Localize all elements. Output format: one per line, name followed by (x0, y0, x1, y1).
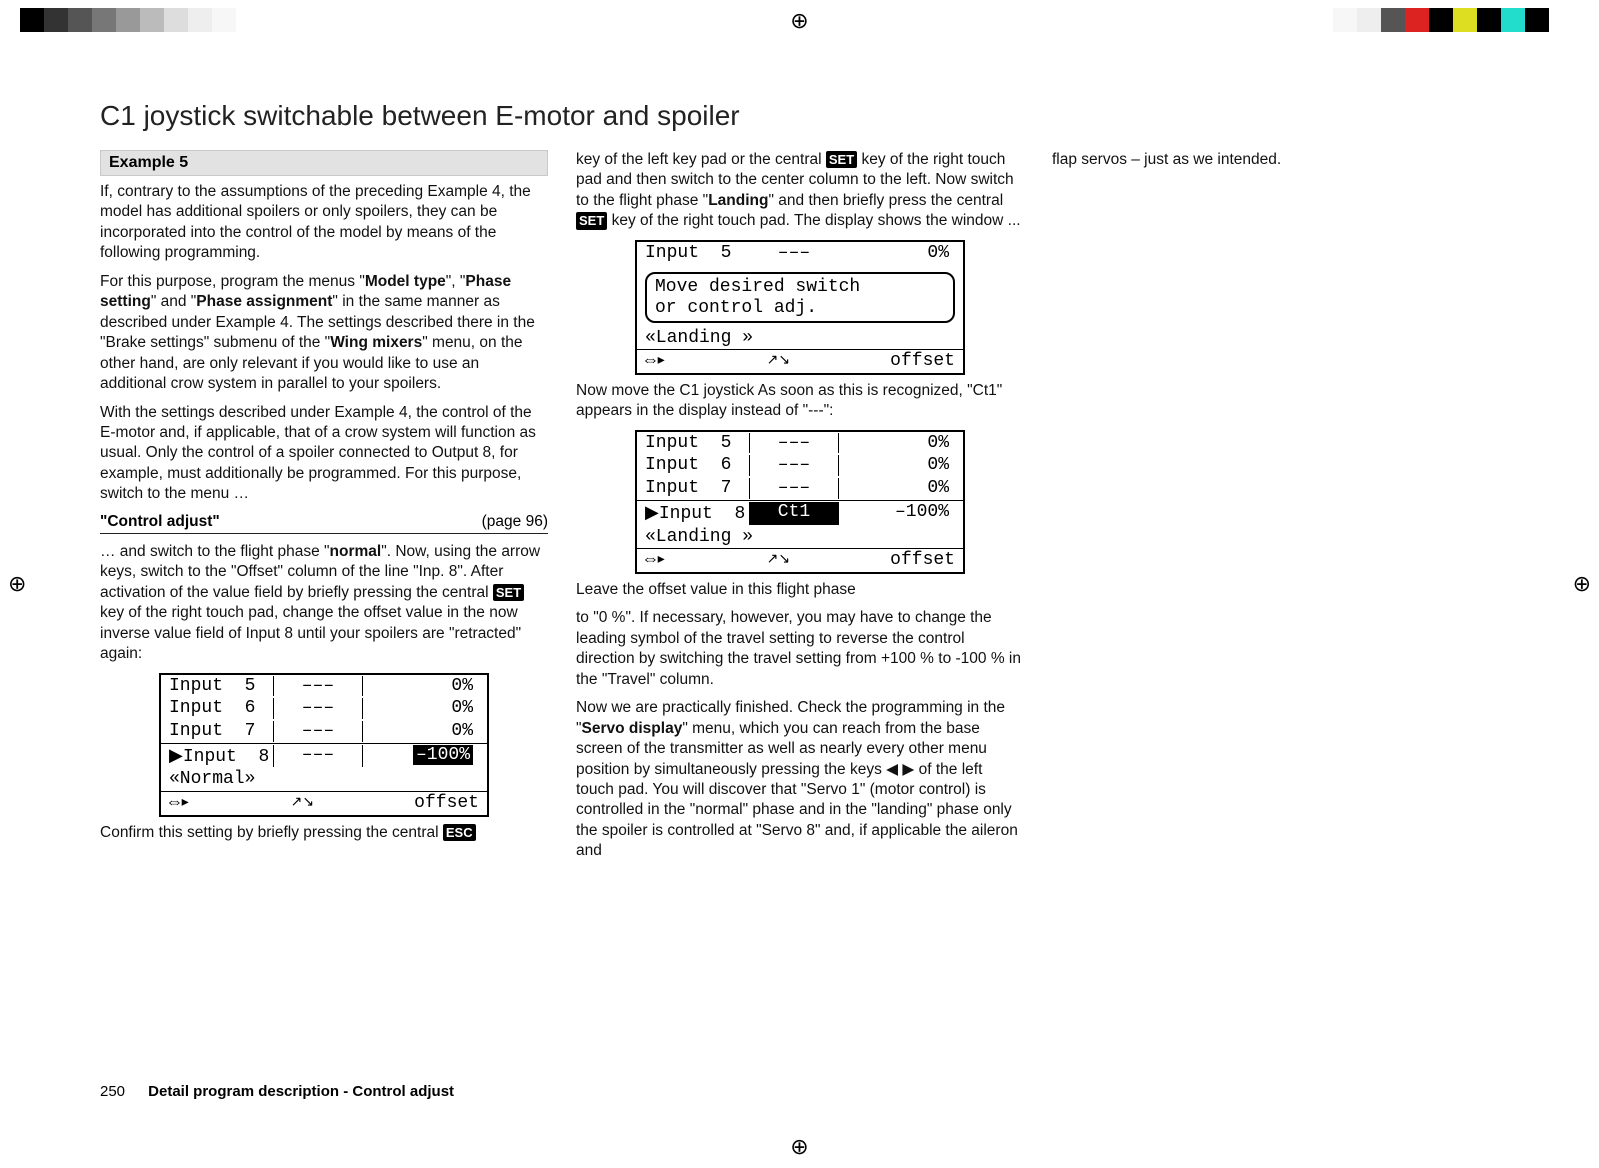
lcd3-r2-ctrl: ––– (749, 455, 839, 476)
reg-mark-right: ⊕ (1573, 571, 1591, 597)
c1-p4-b: normal (330, 543, 382, 560)
c1-p2-a: For this purpose, program the menus " (100, 273, 365, 290)
lcd3-r2-label: Input 6 (645, 455, 749, 476)
lcd3-foot-right: offset (890, 550, 955, 571)
lcd1-foot-mid-icon: ↗↘ (291, 793, 314, 814)
lcd1-r2-label: Input 6 (169, 698, 273, 719)
lcd1-r3-label: Input 7 (169, 721, 273, 742)
c2-p5: Now we are practically finished. Check t… (576, 698, 1024, 862)
lcd-display-normal: Input 5–––0% Input 6–––0% Input 7–––0% ▶… (159, 673, 489, 817)
lcd2-overlay-l1: Move desired switch (655, 277, 945, 298)
page-footer: 250 Detail program description - Control… (100, 1083, 454, 1100)
lcd3-r3-ctrl: ––– (749, 478, 839, 499)
set-key-icon: SET (493, 584, 524, 601)
ref-page: (page 96) (482, 513, 548, 531)
column-3: flap servos – just as we intended. (1052, 150, 1500, 870)
lcd3-foot-mid-icon: ↗↘ (767, 550, 790, 571)
lcd2-r1-ctrl: ––– (749, 243, 839, 264)
c1-p2-e: " and " (151, 293, 196, 310)
lcd3-r3-label: Input 7 (645, 478, 749, 499)
c2-p1-c: Landing (708, 192, 768, 209)
c2-p1-a: key of the left key pad or the central (576, 151, 826, 168)
c2-p5-c: " menu, which you can reach from the bas… (576, 720, 1018, 860)
c1-p5: Confirm this setting by briefly pressing… (100, 823, 548, 843)
lcd2-foot-mid-icon: ↗↘ (767, 351, 790, 372)
c2-p2: Now move the C1 joystick As soon as this… (576, 381, 1024, 422)
lcd3-phase: «Landing » (637, 526, 963, 549)
lcd1-r2-ctrl: ––– (273, 698, 363, 719)
esc-key-icon: ESC (443, 824, 476, 841)
c1-p4-a: … and switch to the flight phase " (100, 543, 330, 560)
c1-p2: For this purpose, program the menus "Mod… (100, 272, 548, 395)
c1-p2-h: Wing mixers (330, 334, 422, 351)
control-adjust-ref: "Control adjust" (page 96) (100, 513, 548, 534)
reg-mark-left: ⊕ (8, 571, 26, 597)
lcd1-foot-right: offset (414, 793, 479, 814)
column-2: key of the left key pad or the central S… (576, 150, 1024, 870)
lcd1-r4-label-text: Input 8 (183, 747, 269, 767)
page-number: 250 (100, 1083, 144, 1100)
lcd1-r3-ctrl: ––– (273, 721, 363, 742)
lcd1-r3-val: 0% (363, 721, 479, 742)
c1-p3: With the settings described under Exampl… (100, 403, 548, 505)
print-reg-left (20, 8, 236, 32)
lcd3-r2-val: 0% (839, 455, 955, 476)
c2-p1: key of the left key pad or the central S… (576, 150, 1024, 232)
column-1: Example 5 If, contrary to the assumption… (100, 150, 548, 870)
c1-p4-d: key of the right touch pad, change the o… (100, 604, 521, 662)
lcd3-r1-label: Input 5 (645, 433, 749, 454)
c2-p3: Leave the offset value in this flight ph… (576, 580, 1024, 600)
lcd3-foot-left-icon: ⇔▸ (645, 550, 667, 571)
lcd-display-landing: Input 5–––0% Input 6–––0% Input 7–––0% ▶… (635, 430, 965, 574)
c1-p2-f: Phase assignment (196, 293, 332, 310)
set-key-icon-3: SET (576, 212, 607, 229)
lcd2-overlay-l2: or control adj. (655, 298, 945, 319)
lcd1-r1-label: Input 5 (169, 676, 273, 697)
lcd3-r4-ctrl: Ct1 (749, 502, 839, 525)
ref-label: "Control adjust" (100, 513, 220, 531)
c1-p5-a: Confirm this setting by briefly pressing… (100, 824, 443, 841)
lcd-display-switch-prompt: Input 5–––0% «Landing » ⇔▸ ↗↘ offset Move … (635, 240, 965, 375)
lcd3-r4-label-text: Input 8 (659, 504, 745, 524)
c1-p2-b: Model type (365, 273, 446, 290)
lcd2-overlay: Move desired switch or control adj. (645, 272, 955, 323)
lcd2-phase: «Landing » (637, 327, 963, 350)
lcd2-foot-right: offset (890, 351, 955, 372)
c1-p4: … and switch to the flight phase "normal… (100, 542, 548, 665)
c1-p1: If, contrary to the assumptions of the p… (100, 182, 548, 264)
c2-p4: to "0 %". If necessary, however, you may… (576, 608, 1024, 690)
lcd1-r4-ctrl: ––– (273, 745, 363, 768)
lcd3-r4-label: ▶Input 8 (645, 502, 749, 525)
lcd3-r4-val: –100% (839, 502, 955, 525)
lcd1-r2-val: 0% (363, 698, 479, 719)
c2-p5-b: Servo display (582, 720, 683, 737)
set-key-icon-2: SET (826, 151, 857, 168)
lcd3-r1-val: 0% (839, 433, 955, 454)
lcd1-r1-ctrl: ––– (273, 676, 363, 697)
lcd3-r1-ctrl: ––– (749, 433, 839, 454)
lcd3-r3-val: 0% (839, 478, 955, 499)
reg-mark-bottom: ⊕ (790, 1134, 808, 1160)
lcd1-foot-left-icon: ⇔▸ (169, 793, 191, 814)
c2-p1-d: " and then briefly press the central (768, 192, 1003, 209)
c2-p1-e: key of the right touch pad. The display … (607, 212, 1020, 229)
footer-section: Detail program description - Control adj… (148, 1083, 454, 1100)
lcd1-r4-label: ▶Input 8 (169, 745, 273, 768)
c3-p1: flap servos – just as we intended. (1052, 150, 1500, 170)
lcd2-r1-val: 0% (839, 243, 955, 264)
lcd1-r1-val: 0% (363, 676, 479, 697)
example-header: Example 5 (100, 150, 548, 176)
page-title: C1 joystick switchable between E-motor a… (100, 100, 1500, 132)
lcd2-r1-label: Input 5 (645, 243, 749, 264)
c1-p2-c: ", " (446, 273, 466, 290)
reg-mark-top: ⊕ (790, 8, 808, 34)
print-reg-right (1333, 8, 1549, 32)
lcd2-foot-left-icon: ⇔▸ (645, 351, 667, 372)
lcd1-r4-val-text: –100% (413, 745, 473, 765)
lcd1-phase: «Normal» (161, 768, 487, 791)
lcd1-r4-val: –100% (363, 745, 479, 768)
